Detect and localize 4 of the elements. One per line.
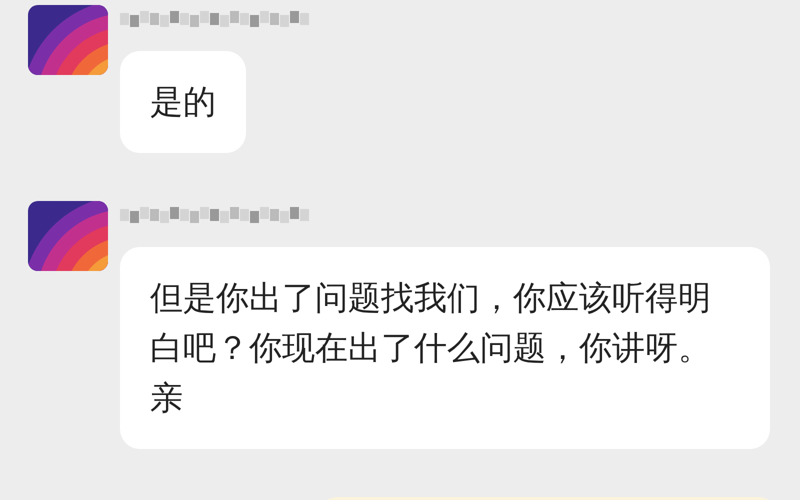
- avatar-icon[interactable]: [28, 201, 108, 271]
- message-bubble: 是的: [120, 51, 246, 153]
- avatar-icon[interactable]: [28, 5, 108, 75]
- message-bubble: 但是你出了问题找我们，你应该听得明白吧？你现在出了什么问题，你讲呀。亲: [120, 247, 770, 449]
